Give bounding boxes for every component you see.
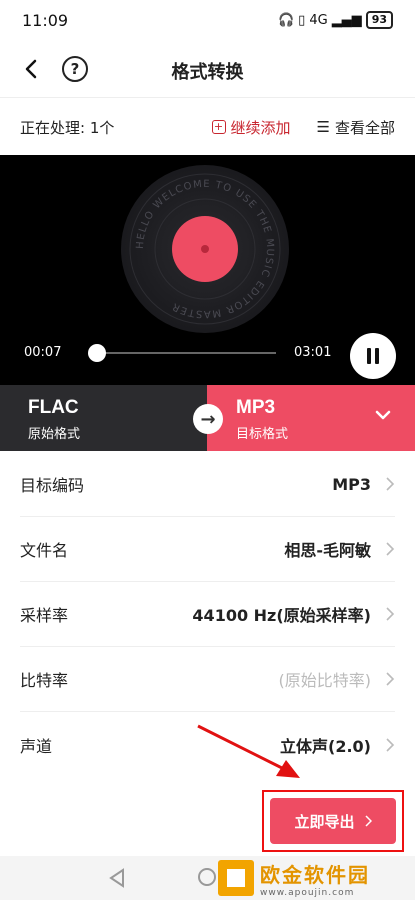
source-format-sub: 原始格式 xyxy=(28,427,81,442)
setting-row-channel[interactable]: 声道 立体声(2.0) xyxy=(20,712,395,777)
target-format-selector[interactable]: MP3 目标格式 xyxy=(207,385,415,451)
processing-count: 正在处理: 1个 xyxy=(20,118,115,137)
processing-row: 正在处理: 1个 + 继续添加 ☰ 查看全部 xyxy=(0,100,415,154)
view-all-label: 查看全部 xyxy=(334,118,395,137)
setting-value: 44100 Hz(原始采样率) xyxy=(192,606,371,625)
chevron-right-icon xyxy=(386,607,395,621)
watermark: 欧金软件园 www.apoujin.com xyxy=(218,858,408,898)
setting-row-encoding[interactable]: 目标编码 MP3 xyxy=(20,452,395,517)
status-bar: 11:09 🎧 ▯ 4G ▂▄▆ 93 xyxy=(0,0,415,40)
setting-label: 比特率 xyxy=(20,671,69,690)
chevron-right-icon xyxy=(386,542,395,556)
progress-thumb[interactable] xyxy=(88,344,107,362)
source-format: FLAC 原始格式 xyxy=(0,385,207,451)
chevron-right-icon xyxy=(386,477,395,491)
format-row: FLAC 原始格式 MP3 目标格式 → xyxy=(0,385,415,451)
add-more-button[interactable]: + 继续添加 xyxy=(211,117,291,138)
setting-value: 立体声(2.0) xyxy=(280,736,371,756)
headphones-icon: 🎧 xyxy=(277,12,295,28)
plus-icon: + xyxy=(211,120,226,134)
signal-icon: ▂▄▆ xyxy=(331,12,362,28)
export-highlight-box: 立即导出 xyxy=(262,790,404,852)
setting-label: 目标编码 xyxy=(20,476,85,495)
source-format-name: FLAC xyxy=(28,397,79,418)
status-time: 11:09 xyxy=(22,10,69,30)
setting-value: 相思-毛阿敏 xyxy=(284,541,371,560)
view-all-button[interactable]: ☰ 查看全部 xyxy=(317,117,395,138)
vinyl-record: HELLO WELCOME TO USE THE MUSIC EDITOR MA… xyxy=(121,165,289,333)
battery-icon: 93 xyxy=(365,11,393,29)
export-label: 立即导出 xyxy=(294,812,355,831)
status-icons: 🎧 ▯ 4G ▂▄▆ 93 xyxy=(278,11,393,29)
setting-value: (原始比特率) xyxy=(278,671,372,690)
pause-button[interactable] xyxy=(350,333,396,379)
arrow-right-icon: → xyxy=(193,404,223,434)
watermark-logo-icon xyxy=(218,860,254,896)
setting-row-sample-rate[interactable]: 采样率 44100 Hz(原始采样率) xyxy=(20,582,395,647)
watermark-title: 欧金软件园 xyxy=(260,862,370,887)
audio-player: HELLO WELCOME TO USE THE MUSIC EDITOR MA… xyxy=(0,155,415,385)
vibrate-icon: ▯ xyxy=(298,12,306,28)
nav-home-icon[interactable] xyxy=(198,868,216,886)
setting-label: 采样率 xyxy=(20,606,69,625)
progress-track[interactable] xyxy=(90,352,276,354)
total-time: 03:01 xyxy=(294,345,332,360)
chevron-right-icon xyxy=(386,672,395,686)
setting-row-filename[interactable]: 文件名 相思-毛阿敏 xyxy=(20,517,395,582)
chevron-right-icon xyxy=(364,815,372,827)
chevron-down-icon xyxy=(375,410,391,420)
settings-list: 目标编码 MP3 文件名 相思-毛阿敏 采样率 44100 Hz(原始采样率) … xyxy=(0,452,415,777)
page-title: 格式转换 xyxy=(171,62,244,83)
network-label: 4G xyxy=(309,12,328,28)
pause-icon xyxy=(367,348,371,364)
setting-row-bitrate[interactable]: 比特率 (原始比特率) xyxy=(20,647,395,712)
target-format-sub: 目标格式 xyxy=(236,427,289,442)
nav-back-icon[interactable] xyxy=(108,868,126,888)
current-time: 00:07 xyxy=(24,345,62,360)
setting-label: 文件名 xyxy=(20,541,69,560)
add-more-label: 继续添加 xyxy=(230,118,291,137)
setting-value: MP3 xyxy=(332,474,371,494)
app-header: ? 格式转换 xyxy=(0,40,415,98)
pause-icon-bar xyxy=(375,348,379,364)
chevron-right-icon xyxy=(386,737,395,752)
watermark-url: www.apoujin.com xyxy=(260,887,355,898)
vinyl-label xyxy=(172,216,238,282)
setting-label: 声道 xyxy=(20,736,53,756)
list-icon: ☰ xyxy=(316,118,330,136)
export-button[interactable]: 立即导出 xyxy=(270,798,396,844)
vinyl-hole xyxy=(201,245,209,253)
